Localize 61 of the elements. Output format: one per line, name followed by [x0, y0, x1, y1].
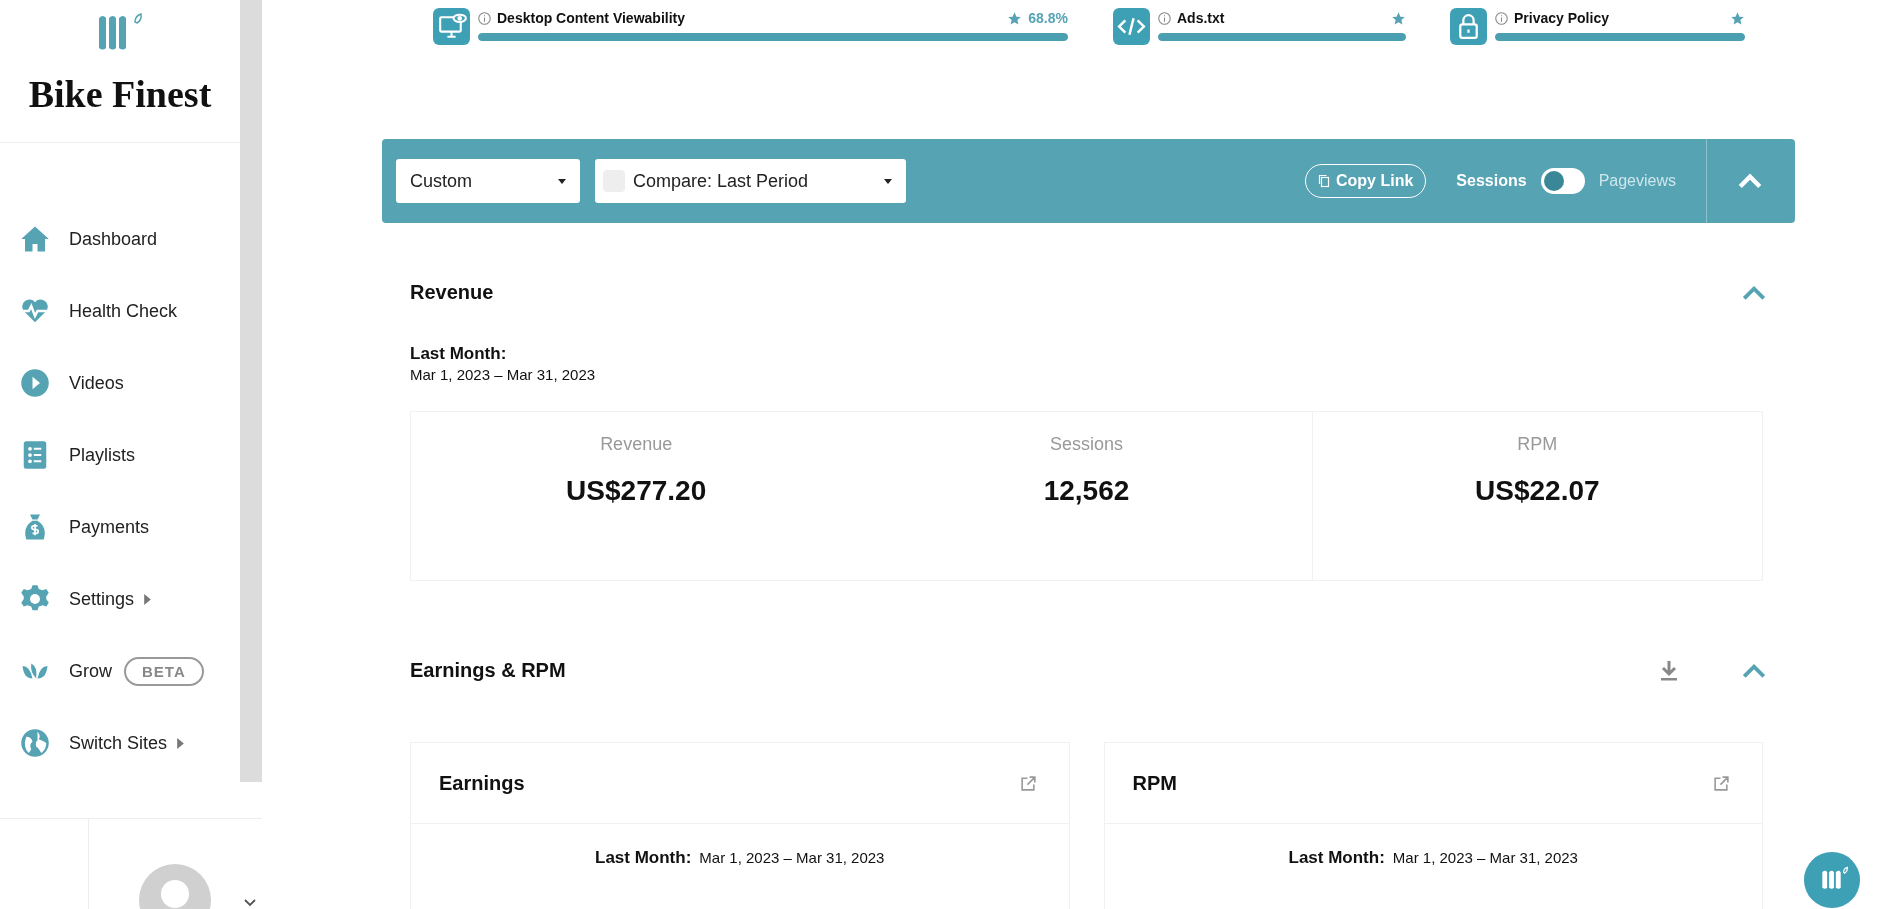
sessions-label: Sessions [1456, 172, 1527, 190]
menu-item[interactable]: Payments [69, 516, 150, 538]
info-icon[interactable] [478, 11, 491, 25]
collapse-chevron-icon[interactable] [1741, 283, 1767, 302]
info-icon[interactable] [1495, 11, 1508, 25]
download-icon[interactable] [1659, 659, 1679, 682]
stat-label: RPM [1517, 434, 1558, 455]
period-dates: Mar 1, 2023 – Mar 31, 2023 [1392, 849, 1578, 866]
pageviews-label: Pageviews [1598, 172, 1676, 190]
submenu-arrow-icon [177, 737, 185, 749]
stat-value: 12,562 [1043, 475, 1130, 507]
period-dates: Mar 1, 2023 – Mar 31, 2023 [699, 849, 885, 866]
chat-launcher-icon[interactable] [1803, 851, 1861, 909]
star-icon [1391, 10, 1406, 26]
metric-label: Ads.txt [1177, 10, 1225, 26]
star-icon [1730, 10, 1745, 26]
menu-item[interactable]: Switch Sites [69, 732, 168, 754]
menu-item[interactable]: Settings [69, 588, 135, 610]
stat-label: Revenue [600, 434, 673, 455]
avatar-icon[interactable] [139, 864, 211, 909]
globe-icon[interactable] [20, 728, 50, 758]
scrollbar[interactable] [240, 0, 262, 782]
info-icon[interactable] [1158, 11, 1171, 25]
collapse-chevron-icon[interactable] [1737, 172, 1763, 190]
date-range-dropdown[interactable]: Custom [396, 159, 580, 203]
section-title: Earnings & RPM [410, 659, 566, 682]
section-title: Revenue [410, 281, 494, 304]
external-link-icon[interactable] [1019, 774, 1037, 792]
copy-icon [1318, 174, 1330, 188]
menu-item[interactable]: Grow [69, 660, 112, 682]
period-label: Last Month: [1288, 848, 1385, 868]
card-title: RPM [1132, 771, 1177, 795]
star-icon [1007, 10, 1023, 26]
beta-badge: BETA [124, 656, 204, 686]
collapse-chevron-icon[interactable] [1741, 661, 1767, 680]
stat-label: Sessions [1049, 434, 1123, 455]
menu-item[interactable]: Dashboard [69, 228, 158, 250]
play-icon[interactable] [20, 368, 50, 398]
menu-item[interactable]: Videos [69, 372, 124, 394]
metric-score: 68.8% [1028, 10, 1068, 26]
menu-item[interactable]: Health Check [69, 300, 178, 322]
metric-label: Desktop Content Viewability [497, 10, 685, 26]
monitor-eye-icon [433, 8, 470, 45]
external-link-icon[interactable] [1713, 774, 1730, 792]
site-title: Bike Finest [27, 72, 213, 116]
submenu-arrow-icon [144, 593, 152, 605]
chevron-down-icon[interactable] [244, 899, 256, 907]
period-label: Last Month: [410, 344, 508, 364]
metric-label: Privacy Policy [1514, 10, 1609, 26]
compare-dropdown[interactable]: Compare: Last Period [595, 159, 906, 203]
card-title: Earnings [439, 771, 525, 795]
period-label: Last Month: [595, 848, 692, 868]
logo-icon [97, 12, 143, 52]
metric-toggle[interactable] [1540, 168, 1585, 194]
menu-item[interactable]: Playlists [69, 444, 135, 466]
home-icon[interactable] [20, 224, 50, 254]
stat-value: US$277.20 [566, 475, 707, 507]
code-icon [1113, 8, 1150, 45]
period-dates: Mar 1, 2023 – Mar 31, 2023 [410, 366, 597, 383]
padlock-icon [1450, 8, 1487, 45]
stat-value: US$22.07 [1475, 475, 1600, 507]
